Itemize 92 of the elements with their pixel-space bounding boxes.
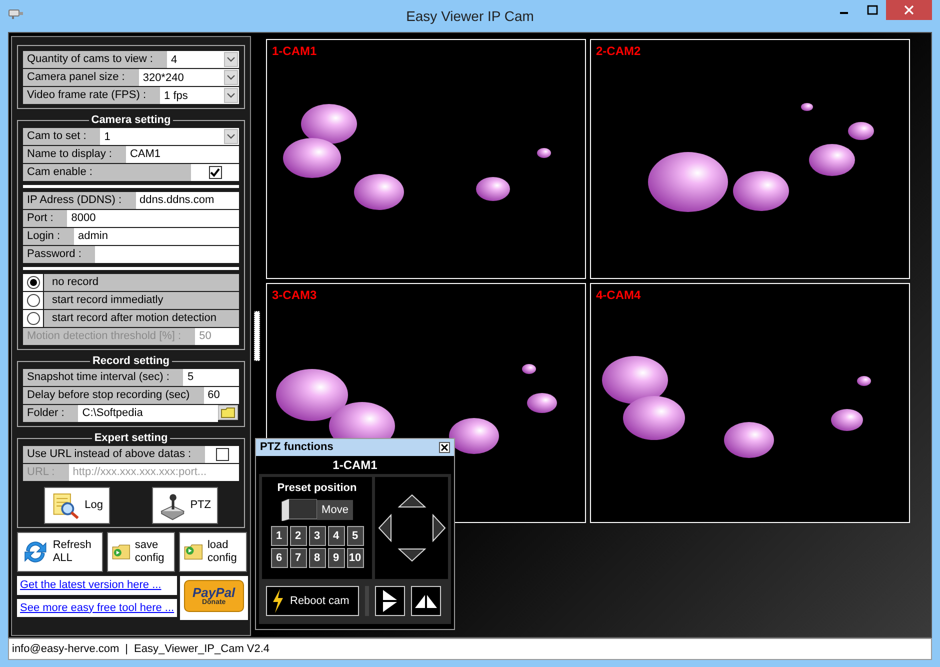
minimize-icon — [840, 12, 848, 14]
dropdown[interactable]: 320*240 — [138, 69, 239, 86]
status-text: Easy_Viewer_IP_Cam V2.4 — [134, 642, 270, 657]
notepad-magnifier-icon — [51, 490, 81, 520]
ptz-button[interactable]: PTZ — [152, 487, 218, 524]
radio-label: start record immediatly — [44, 292, 239, 309]
section-title: Record setting — [90, 355, 172, 367]
arrow-left-icon[interactable] — [378, 514, 391, 542]
arrow-up-icon[interactable] — [397, 494, 426, 508]
chevron-down-icon — [227, 93, 235, 98]
field-label: Login : — [23, 228, 74, 245]
splitter-handle[interactable] — [254, 311, 260, 361]
field-label: Delay before stop recording (sec) — [23, 387, 204, 404]
radio-label: no record — [44, 274, 239, 291]
arrow-down-icon[interactable] — [397, 548, 426, 562]
preset-button[interactable]: 3 — [308, 526, 326, 546]
maximize-icon — [866, 5, 878, 15]
input-field[interactable]: CAM1 — [126, 146, 239, 163]
radio-label: start record after motion detection — [44, 310, 239, 327]
flip-vertical-button[interactable] — [375, 586, 405, 616]
preset-button[interactable]: 7 — [290, 548, 306, 568]
radio-button[interactable] — [26, 276, 40, 289]
window-title: Easy Viewer IP Cam — [406, 8, 534, 24]
field-label: Use URL instead of above datas : — [23, 446, 206, 463]
status-text: info@easy-herve.com — [12, 642, 120, 657]
check-icon — [210, 168, 220, 177]
switch-icon — [280, 499, 317, 522]
chevron-down-icon — [227, 57, 235, 62]
folder-icon — [221, 407, 235, 418]
browse-button[interactable] — [218, 405, 238, 420]
camera-label: 2-CAM2 — [596, 44, 641, 58]
field-label: Folder : — [23, 405, 78, 422]
checkbox[interactable] — [216, 448, 229, 461]
close-icon — [904, 5, 914, 15]
flip-icon — [414, 593, 438, 609]
input-field[interactable]: admin — [74, 228, 239, 245]
status-text: | — [125, 642, 128, 657]
preset-button[interactable]: 1 — [270, 526, 288, 546]
log-button[interactable]: Log — [44, 487, 110, 524]
input-field[interactable]: 8000 — [67, 210, 239, 227]
input-field[interactable]: 60 — [204, 387, 239, 404]
field-label: Snapshot time interval (sec) : — [23, 369, 184, 386]
chevron-down-icon — [227, 75, 235, 80]
camera-label: 1-CAM1 — [272, 44, 317, 58]
link[interactable]: See more easy free tool here ... — [17, 598, 178, 617]
field-label: Quantity of cams to view : — [23, 51, 167, 68]
preset-button[interactable]: 10 — [346, 548, 364, 568]
radio-button[interactable] — [26, 312, 40, 325]
dropdown[interactable]: 4 — [166, 51, 239, 68]
preset-button[interactable]: 6 — [270, 548, 288, 568]
preset-button[interactable]: 2 — [290, 526, 306, 546]
refresh-button[interactable]: Refresh ALL — [17, 532, 103, 572]
section-title: Camera setting — [89, 114, 173, 126]
flip-icon — [381, 589, 399, 613]
field-label: Name to display : — [23, 146, 126, 163]
lightning-icon — [272, 589, 284, 613]
dropdown[interactable]: 1 — [100, 128, 239, 145]
field-label: Password : — [23, 246, 96, 263]
camera-icon — [8, 8, 24, 20]
chevron-down-icon — [227, 134, 235, 139]
preset-button[interactable]: 5 — [346, 526, 364, 546]
dropdown[interactable]: 1 fps — [160, 87, 239, 104]
input-field[interactable]: C:\Softpedia — [78, 405, 218, 422]
section-title: Expert setting — [92, 432, 170, 444]
field-label: IP Adress (DDNS) : — [23, 192, 136, 209]
preset-button[interactable]: 8 — [308, 548, 326, 568]
input-field[interactable] — [95, 246, 239, 263]
close-button[interactable] — [439, 442, 450, 453]
reboot-button[interactable]: Reboot cam — [266, 586, 359, 616]
load-button[interactable]: load config — [179, 532, 247, 572]
camera-name: 1-CAM1 — [332, 457, 378, 474]
checkbox[interactable] — [208, 166, 222, 179]
input-field[interactable]: ddns.ddns.com — [136, 192, 239, 209]
camera-label: 3-CAM3 — [272, 288, 317, 302]
field-label: Camera panel size : — [23, 69, 139, 86]
field-label: Cam to set : — [23, 128, 100, 145]
flip-horizontal-button[interactable] — [411, 586, 441, 616]
move-button[interactable]: Move — [316, 500, 354, 520]
window-title: PTZ functions — [260, 440, 334, 456]
arrow-right-icon[interactable] — [432, 514, 446, 542]
field-label: Port : — [23, 210, 68, 227]
save-button[interactable]: save config — [107, 532, 175, 572]
field-label: Video frame rate (FPS) : — [23, 87, 160, 104]
section-title: Preset position — [277, 481, 357, 496]
field-label: Cam enable : — [23, 164, 191, 181]
preset-button[interactable]: 9 — [328, 548, 344, 568]
link[interactable]: Get the latest version here ... — [17, 576, 178, 594]
radio-button[interactable] — [26, 294, 40, 307]
close-icon — [441, 444, 448, 451]
camera-label: 4-CAM4 — [596, 288, 641, 302]
preset-button[interactable]: 4 — [328, 526, 344, 546]
input-field[interactable]: 5 — [183, 369, 239, 386]
